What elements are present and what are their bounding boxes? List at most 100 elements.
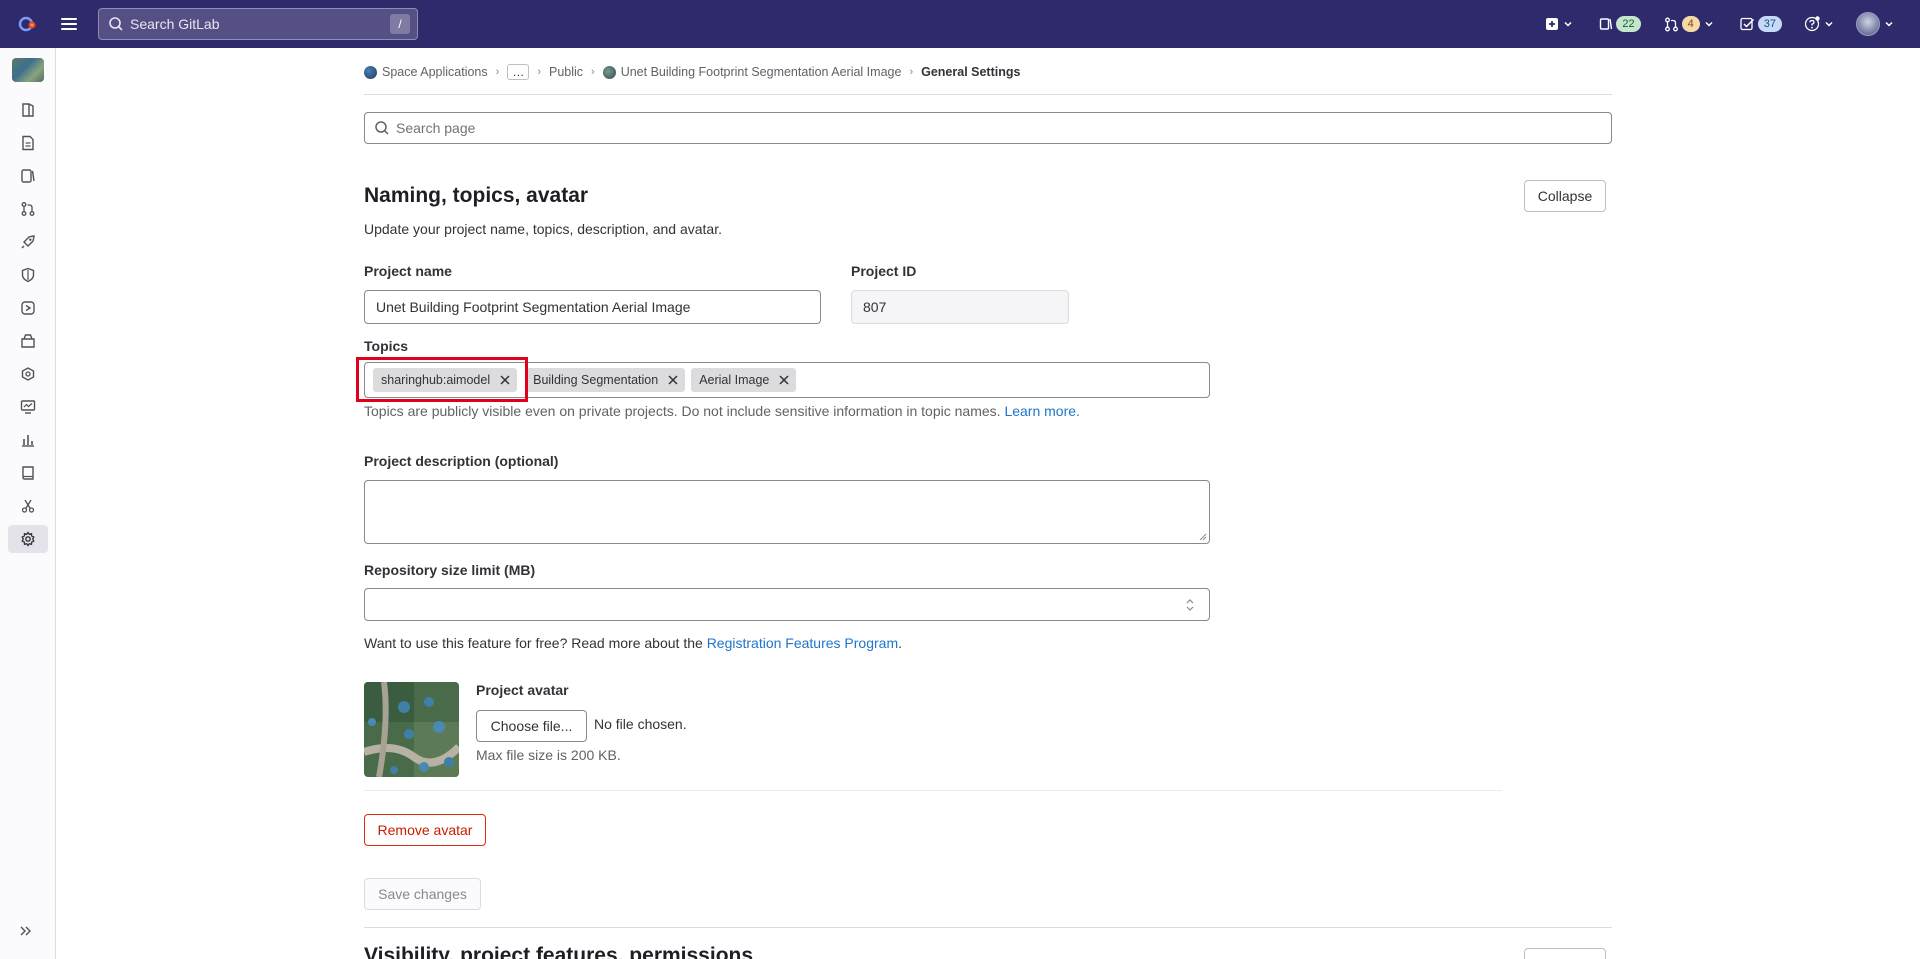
search-page-placeholder: Search page (396, 120, 476, 136)
group-avatar-icon (364, 65, 377, 79)
learn-more-link[interactable]: Learn more. (1004, 403, 1079, 419)
breadcrumb-project[interactable]: Unet Building Footprint Segmentation Aer… (621, 65, 902, 79)
merge-requests-button[interactable]: 4 (1664, 16, 1714, 32)
registration-features-link[interactable]: Registration Features Program (707, 635, 898, 651)
chevron-down-icon (1705, 21, 1713, 27)
choose-file-button[interactable]: Choose file... (476, 710, 587, 742)
repository-icon[interactable] (18, 133, 38, 153)
repo-size-help-message: Want to use this feature for free? Read … (364, 635, 703, 651)
help-button[interactable] (1804, 16, 1834, 32)
operations-icon[interactable] (18, 298, 38, 318)
gitlab-logo-icon[interactable] (17, 13, 39, 35)
settings-gear-icon[interactable] (8, 525, 48, 553)
spinner-arrows-icon[interactable] (1185, 597, 1195, 613)
divider (364, 790, 1502, 791)
topics-help-text: Topics are publicly visible even on priv… (364, 403, 1080, 419)
project-name-label: Project name (364, 263, 452, 279)
topic-token-label: sharinghub:aimodel (381, 373, 491, 387)
project-avatar-label: Project avatar (476, 682, 569, 698)
expand-sidebar-icon[interactable] (18, 923, 38, 943)
close-icon[interactable] (778, 374, 790, 386)
close-icon[interactable] (499, 374, 511, 386)
search-page-input[interactable]: Search page (364, 112, 1612, 144)
project-id-input[interactable]: 807 (851, 290, 1069, 324)
repo-size-help-period: . (898, 635, 902, 651)
left-sidebar (0, 48, 56, 959)
file-status-text: No file chosen. (594, 716, 687, 732)
divider (364, 94, 1612, 95)
repo-size-help-text: Want to use this feature for free? Read … (364, 635, 902, 651)
topic-token: Aerial Image (691, 368, 797, 392)
breadcrumb-separator-icon: › (495, 66, 500, 78)
chevron-down-icon (1825, 21, 1833, 27)
breadcrumb-current[interactable]: General Settings (921, 65, 1020, 79)
topics-input[interactable]: sharinghub:aimodel Building Segmentation… (364, 362, 1210, 398)
divider (364, 927, 1612, 928)
search-input[interactable]: Search GitLab / (98, 8, 418, 40)
topic-token-label: Building Segmentation (533, 373, 659, 387)
todo-check-icon (1740, 17, 1754, 31)
resize-grip-icon[interactable] (1199, 533, 1207, 541)
todos-button[interactable]: 37 (1740, 16, 1782, 32)
user-avatar (1856, 12, 1880, 36)
next-section-title: Visibility, project features, permission… (364, 944, 754, 959)
search-icon (375, 121, 389, 135)
project-id-label: Project ID (851, 263, 917, 279)
topics-label: Topics (364, 338, 409, 354)
repo-size-input[interactable] (364, 588, 1210, 621)
close-icon[interactable] (667, 374, 679, 386)
menu-icon[interactable] (61, 13, 83, 35)
repo-size-label: Repository size limit (MB) (364, 562, 536, 578)
chevron-down-icon (1885, 21, 1893, 27)
topic-token: sharinghub:aimodel (373, 368, 518, 392)
plus-square-icon (1546, 18, 1559, 30)
project-avatar-icon (602, 65, 616, 79)
breadcrumb-separator-icon: › (537, 66, 541, 78)
search-shortcut: / (390, 14, 410, 34)
project-name-value: Unet Building Footprint Segmentation Aer… (376, 299, 691, 315)
issues-count-badge: 22 (1616, 16, 1641, 32)
next-section-expand-button[interactable] (1524, 948, 1606, 959)
breadcrumb-more-button[interactable]: … (507, 64, 530, 80)
collapse-button[interactable]: Collapse (1524, 180, 1606, 212)
breadcrumb-group[interactable]: Space Applications (382, 65, 488, 79)
snippets-scissors-icon[interactable] (18, 496, 38, 516)
topic-token-label: Aerial Image (699, 373, 770, 387)
merge-requests-count-badge: 4 (1681, 16, 1700, 32)
breadcrumb-separator-icon: › (591, 66, 595, 78)
topic-token: Building Segmentation (525, 368, 686, 392)
issues-icon (1600, 18, 1613, 30)
breadcrumb-subgroup[interactable]: Public (549, 65, 583, 79)
merge-requests-nav-icon[interactable] (18, 199, 38, 219)
breadcrumb-separator-icon: › (909, 66, 914, 78)
search-icon (109, 17, 123, 31)
project-id-value: 807 (863, 299, 887, 315)
project-avatar-small[interactable] (12, 58, 44, 82)
analytics-icon[interactable] (18, 430, 38, 450)
description-textarea[interactable] (364, 480, 1210, 544)
issues-nav-icon[interactable] (18, 166, 38, 186)
shield-icon[interactable] (18, 265, 38, 285)
rocket-icon[interactable] (18, 232, 38, 252)
todos-count-badge: 37 (1757, 16, 1782, 32)
monitor-icon[interactable] (18, 397, 38, 417)
description-label: Project description (optional) (364, 453, 559, 469)
chevron-down-icon (1564, 21, 1572, 27)
remove-avatar-button[interactable]: Remove avatar (364, 814, 486, 846)
create-new-button[interactable] (1545, 17, 1573, 31)
project-overview-icon[interactable] (18, 100, 38, 120)
search-placeholder: Search GitLab (130, 16, 220, 32)
cloud-gear-icon[interactable] (18, 364, 38, 384)
project-name-input[interactable]: Unet Building Footprint Segmentation Aer… (364, 290, 821, 324)
help-icon (1804, 16, 1820, 32)
section-subtitle: Update your project name, topics, descri… (364, 221, 722, 237)
issues-button[interactable]: 22 (1599, 16, 1641, 32)
merge-request-icon (1664, 17, 1678, 31)
project-avatar-image (364, 682, 459, 777)
user-menu-button[interactable] (1856, 12, 1894, 36)
package-icon[interactable] (18, 331, 38, 351)
save-changes-button[interactable]: Save changes (364, 878, 481, 910)
section-title: Naming, topics, avatar (364, 184, 589, 207)
wiki-book-icon[interactable] (18, 463, 38, 483)
topics-help-message: Topics are publicly visible even on priv… (364, 403, 1001, 419)
